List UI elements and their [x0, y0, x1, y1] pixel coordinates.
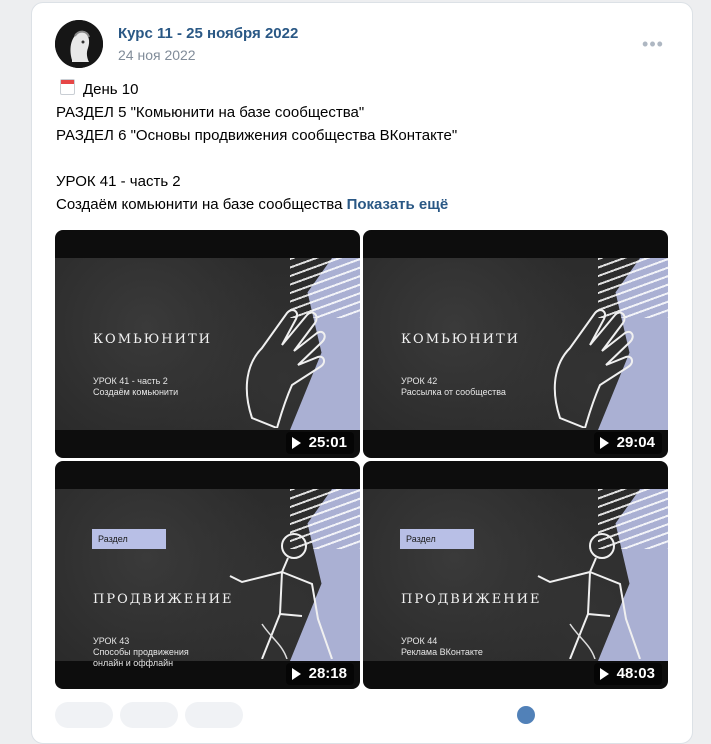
share-button[interactable] — [185, 702, 243, 728]
post-date[interactable]: 24 ноя 2022 — [118, 47, 196, 63]
like-button[interactable] — [55, 702, 113, 728]
comment-button[interactable] — [120, 702, 178, 728]
video-title: КОМЬЮНИТИ — [93, 332, 212, 347]
video-thumbnail[interactable]: Раздел ПРОДВИЖЕНИЕ УРОК 43 Способы продв… — [55, 461, 360, 689]
calendar-icon — [60, 79, 75, 95]
video-slide: Раздел ПРОДВИЖЕНИЕ УРОК 43 Способы продв… — [55, 489, 360, 668]
video-title: ПРОДВИЖЕНИЕ — [93, 592, 234, 607]
duration-text: 25:01 — [308, 434, 347, 451]
section-tag: Раздел — [92, 529, 166, 549]
hand-icon — [245, 309, 326, 428]
video-subtitle: УРОК 43 Способы продвижения онлайн и офф… — [93, 636, 189, 668]
author-name-link[interactable]: Курс 11 - 25 ноября 2022 — [118, 25, 298, 42]
post-line — [56, 147, 676, 170]
more-options-icon[interactable]: ••• — [640, 34, 666, 54]
author-avatar[interactable] — [55, 20, 103, 68]
video-thumbnail[interactable]: КОМЬЮНИТИ УРОК 42 Рассылка от сообщества… — [363, 230, 668, 458]
video-duration: 29:04 — [593, 432, 662, 454]
video-title: ПРОДВИЖЕНИЕ — [401, 592, 542, 607]
video-title: КОМЬЮНИТИ — [401, 332, 520, 347]
post-line: День 10 — [83, 81, 139, 98]
play-icon — [291, 437, 301, 449]
section-tag: Раздел — [400, 529, 474, 549]
post-text: День 10 РАЗДЕЛ 5 "Комьюнити на базе сооб… — [56, 78, 676, 216]
show-more-link[interactable]: Показать ещё — [347, 196, 449, 213]
video-thumbnail[interactable]: Раздел ПРОДВИЖЕНИЕ УРОК 44 Реклама ВКонт… — [363, 461, 668, 689]
post-line: РАЗДЕЛ 5 "Комьюнити на базе сообщества" — [56, 104, 365, 121]
video-thumbnail[interactable]: КОМЬЮНИТИ УРОК 41 - часть 2 Создаём комь… — [55, 230, 360, 458]
duration-text: 48:03 — [616, 665, 655, 682]
video-duration: 48:03 — [593, 663, 662, 685]
play-icon — [599, 668, 609, 680]
video-duration: 25:01 — [285, 432, 354, 454]
post-line: Создаём комьюнити на базе сообщества — [56, 196, 343, 213]
post-line: РАЗДЕЛ 6 "Основы продвижения сообщества … — [56, 127, 458, 144]
duration-text: 28:18 — [308, 665, 347, 682]
views-icon — [517, 706, 535, 724]
duration-text: 29:04 — [616, 434, 655, 451]
video-slide: КОМЬЮНИТИ УРОК 41 - часть 2 Создаём комь… — [55, 258, 360, 430]
video-subtitle: УРОК 42 Рассылка от сообщества — [401, 376, 506, 397]
video-duration: 28:18 — [285, 663, 354, 685]
video-slide: Раздел ПРОДВИЖЕНИЕ УРОК 44 Реклама ВКонт… — [363, 489, 668, 661]
play-icon — [599, 437, 609, 449]
video-subtitle: УРОК 44 Реклама ВКонтакте — [401, 636, 483, 657]
post-line: УРОК 41 - часть 2 — [56, 173, 181, 190]
video-subtitle: УРОК 41 - часть 2 Создаём комьюнити — [93, 376, 179, 397]
video-slide: КОМЬЮНИТИ УРОК 42 Рассылка от сообщества — [363, 258, 668, 430]
hand-icon — [553, 309, 634, 428]
play-icon — [291, 668, 301, 680]
